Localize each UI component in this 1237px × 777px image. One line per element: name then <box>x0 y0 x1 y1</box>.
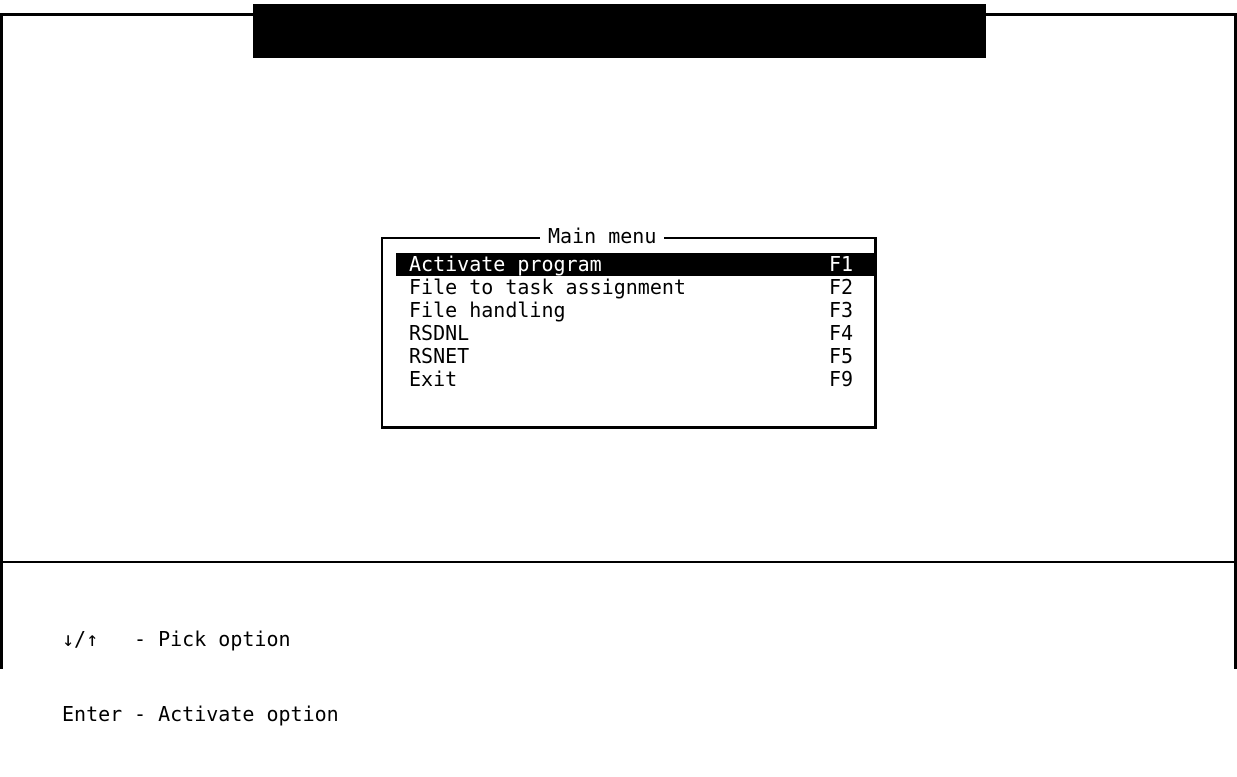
help-key-arrows: ↓/↑ <box>62 627 99 651</box>
menu-item-file-handling[interactable]: File handling F3 <box>396 299 874 322</box>
help-text: - Activate option <box>134 702 339 726</box>
menu-item-shortcut: F3 <box>829 298 854 322</box>
menu-item-label: RSDNL <box>409 321 470 345</box>
menu-item-shortcut: F5 <box>829 344 854 368</box>
menu-item-shortcut: F9 <box>829 367 854 391</box>
help-text: - Pick option <box>134 627 291 651</box>
help-row-pick-option: ↓/↑ - Pick option <box>62 627 339 652</box>
menu-item-rsdnl[interactable]: RSDNL F4 <box>396 322 874 345</box>
menu-item-rsnet[interactable]: RSNET F5 <box>396 345 874 368</box>
menu-item-label: Exit <box>409 367 458 391</box>
key-help: ↓/↑ - Pick option Enter - Activate option <box>62 577 339 777</box>
menu-item-shortcut: F1 <box>829 252 854 276</box>
help-row-activate-option: Enter - Activate option <box>62 702 339 727</box>
app-title: AUTOCNC - Automatic Downloading of CNC P… <box>336 56 903 80</box>
menu-item-label: RSNET <box>409 344 470 368</box>
menu-item-shortcut: F2 <box>829 275 854 299</box>
menu-item-label: File to task assignment <box>409 275 686 299</box>
version-copyright: Version 1.0, Copyright (C) 1992 Eshed Ro… <box>348 131 891 155</box>
menu-list: Activate program F1 File to task assignm… <box>396 253 874 391</box>
menu-item-file-to-task-assignment[interactable]: File to task assignment F2 <box>396 276 874 299</box>
menu-item-exit[interactable]: Exit F9 <box>396 368 874 391</box>
menu-item-shortcut: F4 <box>829 321 854 345</box>
menu-title: Main menu <box>540 224 665 248</box>
status-divider <box>0 561 1237 563</box>
help-key-enter: Enter <box>62 702 123 726</box>
menu-item-activate-program[interactable]: Activate program F1 <box>396 253 874 276</box>
menu-item-label: Activate program <box>409 252 602 276</box>
dos-screen: AUTOCNC - Automatic Downloading of CNC P… <box>0 0 1237 726</box>
menu-item-label: File handling <box>409 298 566 322</box>
main-menu-window: Main menu Activate program F1 File to ta… <box>381 224 877 429</box>
title-banner: AUTOCNC - Automatic Downloading of CNC P… <box>253 4 986 155</box>
